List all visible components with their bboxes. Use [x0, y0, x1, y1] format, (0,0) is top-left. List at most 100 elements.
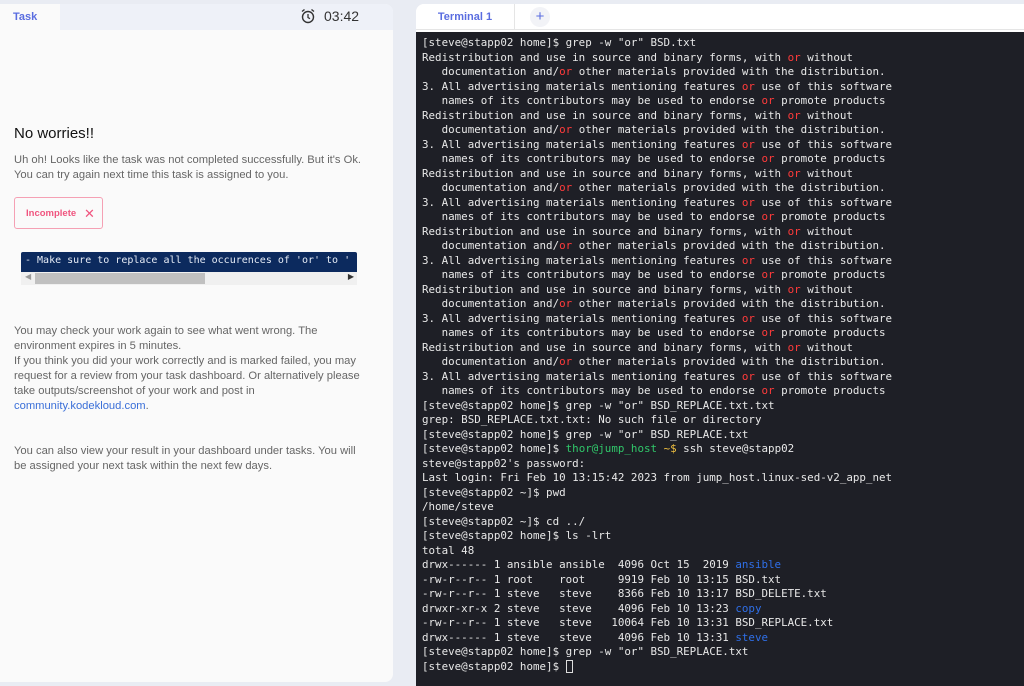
terminal-line: [steve@stapp02 ~]$ pwd — [422, 486, 1024, 501]
terminal-text: or — [741, 369, 755, 383]
terminal-line: documentation and/or other materials pro… — [422, 123, 1024, 138]
terminal-line: names of its contributors may be used to… — [422, 94, 1024, 109]
terminal-text: [steve@stapp02 home]$ grep -w "or" BSD_R… — [422, 398, 775, 412]
terminal-panel: Terminal 1 + [steve@stapp02 home]$ grep … — [416, 4, 1024, 686]
terminal-text: documentation and/ — [422, 297, 560, 310]
terminal-text: or — [559, 123, 573, 136]
result-title: No worries!! — [14, 125, 95, 142]
terminal-text: documentation and/ — [422, 65, 560, 78]
terminal-text: without — [800, 108, 853, 122]
info-expiry: You may check your work again to see wha… — [14, 325, 318, 352]
terminal-text: or — [559, 239, 573, 252]
scroll-right-icon[interactable]: ▶ — [348, 272, 354, 281]
terminal-text: Redistribution and use in source and bin… — [422, 282, 788, 296]
horizontal-scrollbar[interactable]: ◀ ▶ — [21, 272, 357, 285]
terminal-line: Redistribution and use in source and bin… — [422, 225, 1024, 240]
terminal-text: -rw-r--r-- 1 root root 9919 Feb 10 13:15… — [422, 572, 782, 586]
terminal-text: or — [741, 79, 755, 93]
terminal-text: names of its contributors may be used to… — [422, 384, 762, 397]
terminal-text: or — [787, 224, 801, 238]
task-panel-header: Task 03:42 — [0, 4, 393, 30]
alarm-clock-icon — [301, 8, 315, 24]
terminal-text: or — [787, 340, 801, 354]
terminal-text: names of its contributors may be used to… — [422, 268, 762, 281]
terminal-text: [steve@stapp02 home]$ — [422, 659, 566, 673]
terminal-text: drwx------ 1 steve steve 4096 Feb 10 13:… — [422, 630, 736, 644]
tab-task[interactable]: Task — [0, 4, 60, 30]
terminal-text: Redistribution and use in source and bin… — [422, 224, 788, 238]
tab-terminal-1[interactable]: Terminal 1 — [416, 4, 515, 30]
terminal-text: 3. All advertising materials mentioning … — [422, 369, 742, 383]
terminal-line: -rw-r--r-- 1 steve steve 10064 Feb 10 13… — [422, 616, 1024, 631]
terminal-tabs: Terminal 1 + — [416, 4, 1024, 30]
terminal-line: [steve@stapp02 home]$ thor@jump_host ~$ … — [422, 442, 1024, 457]
terminal-line: [steve@stapp02 home]$ grep -w "or" BSD.t… — [422, 36, 1024, 51]
terminal-text: promote products — [774, 384, 886, 397]
terminal-text: or — [787, 282, 801, 296]
terminal-line: 3. All advertising materials mentioning … — [422, 80, 1024, 95]
terminal-text: use of this software — [754, 137, 893, 151]
terminal-text: without — [800, 50, 853, 64]
terminal-line: names of its contributors may be used to… — [422, 210, 1024, 225]
info-review-end: . — [145, 400, 149, 412]
terminal-text: /home/steve — [422, 500, 494, 513]
terminal-line: documentation and/or other materials pro… — [422, 355, 1024, 370]
terminal-line: [steve@stapp02 home]$ grep -w "or" BSD_R… — [422, 645, 1024, 660]
terminal-text: or — [741, 195, 755, 209]
terminal-text: documentation and/ — [422, 355, 560, 368]
terminal-text: 3. All advertising materials mentioning … — [422, 253, 742, 267]
terminal-line: names of its contributors may be used to… — [422, 384, 1024, 399]
terminal-line: 3. All advertising materials mentioning … — [422, 312, 1024, 327]
terminal-text: -rw-r--r-- 1 steve steve 10064 Feb 10 13… — [422, 616, 834, 629]
terminal-line: documentation and/or other materials pro… — [422, 181, 1024, 196]
terminal-text: or — [761, 152, 775, 165]
terminal-text: Redistribution and use in source and bin… — [422, 166, 788, 180]
terminal-text: [steve@stapp02 ~]$ cd ../ — [422, 514, 586, 528]
terminal-text: promote products — [774, 210, 886, 223]
terminal-text: names of its contributors may be used to… — [422, 152, 762, 165]
terminal-cursor — [565, 660, 573, 673]
terminal-line: documentation and/or other materials pro… — [422, 65, 1024, 80]
terminal-line: names of its contributors may be used to… — [422, 152, 1024, 167]
terminal-text: steve — [735, 630, 769, 644]
terminal-text: or — [559, 65, 573, 78]
terminal-line: Redistribution and use in source and bin… — [422, 51, 1024, 66]
terminal-text: or — [787, 166, 801, 180]
status-badge: Incomplete ✕ — [14, 197, 103, 229]
terminal-text: or — [761, 210, 775, 223]
terminal-text: or — [559, 297, 573, 310]
terminal-text: other materials provided with the distri… — [572, 297, 886, 310]
terminal-line: Redistribution and use in source and bin… — [422, 283, 1024, 298]
terminal-text: [steve@stapp02 home]$ ls -lrt — [422, 529, 612, 542]
terminal-line: /home/steve — [422, 500, 1024, 515]
terminal-text: or — [761, 268, 775, 281]
terminal-text: or — [741, 311, 755, 325]
status-label: Incomplete — [26, 208, 77, 219]
scroll-left-icon[interactable]: ◀ — [25, 272, 31, 281]
terminal-text: promote products — [774, 326, 886, 339]
terminal-text: names of its contributors may be used to… — [422, 210, 762, 223]
terminal-text: [steve@stapp02 home]$ — [422, 442, 566, 455]
terminal-text: [steve@stapp02 home]$ grep -w "or" BSD.t… — [422, 36, 697, 49]
terminal-text: documentation and/ — [422, 123, 560, 136]
terminal-line: names of its contributors may be used to… — [422, 326, 1024, 341]
terminal-text: or — [761, 384, 775, 397]
terminal-text: documentation and/ — [422, 239, 560, 252]
terminal-line: documentation and/or other materials pro… — [422, 239, 1024, 254]
terminal-line: drwxr-xr-x 2 steve steve 4096 Feb 10 13:… — [422, 602, 1024, 617]
terminal-text: names of its contributors may be used to… — [422, 326, 762, 339]
terminal-text: or — [787, 108, 801, 122]
terminal-text: without — [800, 282, 853, 296]
community-link[interactable]: community.kodekloud.com — [14, 400, 146, 412]
terminal-text: use of this software — [754, 195, 893, 209]
terminal-text: or — [559, 355, 573, 368]
close-icon: ✕ — [84, 206, 95, 221]
terminal-line: steve@stapp02's password: — [422, 457, 1024, 472]
timer-value: 03:42 — [324, 8, 360, 24]
terminal-line: [steve@stapp02 home]$ grep -w "or" BSD_R… — [422, 428, 1024, 443]
add-terminal-button[interactable]: + — [530, 7, 550, 27]
terminal-output[interactable]: [steve@stapp02 home]$ grep -w "or" BSD.t… — [416, 32, 1024, 686]
terminal-text: Redistribution and use in source and bin… — [422, 50, 788, 64]
scrollbar-thumb[interactable] — [35, 273, 205, 284]
terminal-text: drwx------ 1 ansible ansible 4096 Oct 15… — [422, 558, 736, 571]
